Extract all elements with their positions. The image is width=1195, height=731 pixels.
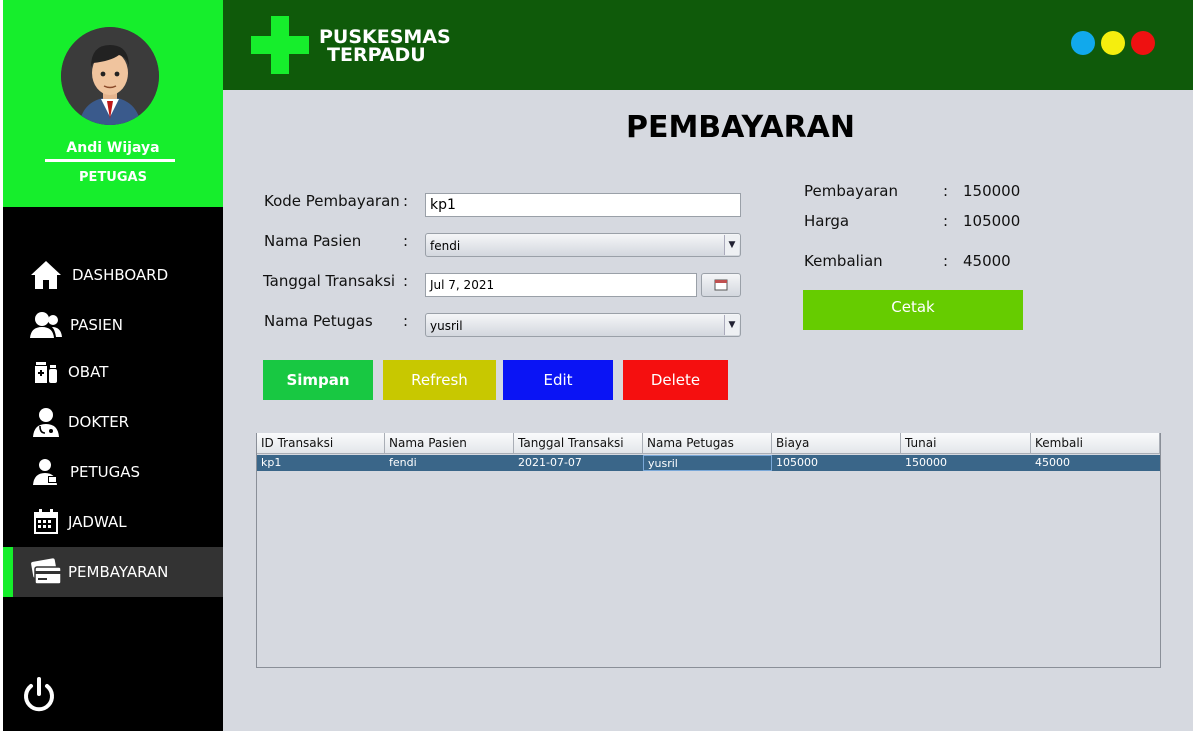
sidebar-item-pembayaran[interactable]: PEMBAYARAN <box>3 547 223 597</box>
nama-petugas-select[interactable]: yusril ▼ <box>425 313 741 337</box>
calendar-icon <box>29 505 63 539</box>
medicine-icon <box>29 355 63 389</box>
pasien-label: Nama Pasien <box>264 232 362 250</box>
colon: : <box>943 182 949 200</box>
petugas-label: Nama Petugas <box>264 312 373 330</box>
sidebar-item-dokter[interactable]: DOKTER <box>3 397 223 447</box>
tanggal-transaksi-input[interactable]: Jul 7, 2021 <box>425 273 697 297</box>
harga-value: 105000 <box>963 212 1021 230</box>
chevron-down-icon[interactable]: ▼ <box>724 235 739 255</box>
refresh-button[interactable]: Refresh <box>383 360 496 400</box>
chevron-down-icon[interactable]: ▼ <box>724 315 739 335</box>
colon: : <box>403 312 409 330</box>
colon: : <box>943 252 949 270</box>
users-icon <box>29 308 63 342</box>
payment-card-icon <box>29 555 63 589</box>
sidebar-item-label: PETUGAS <box>70 463 141 481</box>
pembayaran-label: Pembayaran <box>804 182 898 200</box>
colon: : <box>403 192 409 210</box>
simpan-button[interactable]: Simpan <box>263 360 373 400</box>
table-cell[interactable]: 105000 <box>772 455 901 471</box>
minimize-dot[interactable] <box>1071 31 1095 55</box>
table-cell[interactable]: 45000 <box>1031 455 1160 471</box>
sidebar-item-obat[interactable]: OBAT <box>3 347 223 397</box>
user-role: PETUGAS <box>79 170 147 185</box>
home-icon <box>29 258 63 292</box>
delete-button[interactable]: Delete <box>623 360 728 400</box>
colon: : <box>403 272 409 290</box>
sidebar-item-pasien[interactable]: PASIEN <box>3 300 223 350</box>
pembayaran-value: 150000 <box>963 182 1021 200</box>
column-header[interactable]: Nama Pasien <box>385 433 514 454</box>
colon: : <box>943 212 949 230</box>
edit-button[interactable]: Edit <box>503 360 613 400</box>
doctor-icon <box>29 405 63 439</box>
column-header[interactable]: Biaya <box>772 433 901 454</box>
kode-pembayaran-input[interactable]: kp1 <box>425 193 741 217</box>
column-header[interactable]: Tunai <box>901 433 1031 454</box>
table-cell[interactable]: 2021-07-07 <box>514 455 643 471</box>
power-icon[interactable] <box>21 676 57 714</box>
nama-pasien-value: fendi <box>430 239 461 253</box>
column-header[interactable]: Kembali <box>1031 433 1160 454</box>
colon: : <box>403 232 409 250</box>
sidebar-item-label: DOKTER <box>68 413 130 431</box>
nama-petugas-value: yusril <box>430 319 463 333</box>
date-picker-button[interactable] <box>701 273 741 297</box>
user-avatar-icon <box>61 27 159 125</box>
cetak-button[interactable]: Cetak <box>803 290 1023 330</box>
table-cell[interactable]: kp1 <box>257 455 385 471</box>
table-cell[interactable]: fendi <box>385 455 514 471</box>
avatar <box>61 27 159 125</box>
kembalian-label: Kembalian <box>804 252 883 270</box>
harga-label: Harga <box>804 212 850 230</box>
table-cell[interactable]: yusril <box>643 455 772 471</box>
column-header[interactable]: ID Transaksi <box>257 433 385 454</box>
tanggal-label: Tanggal Transaksi <box>263 272 396 290</box>
staff-icon <box>29 455 63 489</box>
sidebar-item-jadwal[interactable]: JADWAL <box>3 497 223 547</box>
column-header[interactable]: Nama Petugas <box>643 433 772 454</box>
close-dot[interactable] <box>1131 31 1155 55</box>
medical-cross-icon <box>251 16 309 74</box>
user-name-underline <box>45 159 175 162</box>
sidebar-item-label: PASIEN <box>70 316 123 334</box>
sidebar-item-petugas[interactable]: PETUGAS <box>3 447 223 497</box>
brand-line-2: TERPADU <box>327 44 426 66</box>
brand-name: PUSKESMAS TERPADU <box>319 28 451 66</box>
sidebar-item-label: DASHBOARD <box>72 266 169 284</box>
kembalian-value: 45000 <box>963 252 1011 270</box>
page-title: PEMBAYARAN <box>625 110 856 145</box>
column-header[interactable]: Tanggal Transaksi <box>514 433 643 454</box>
sidebar-item-dashboard[interactable]: DASHBOARD <box>3 250 223 300</box>
table-cell[interactable]: 150000 <box>901 455 1031 471</box>
user-name: Andi Wijaya <box>66 140 160 156</box>
calendar-icon <box>714 279 728 291</box>
kode-label: Kode Pembayaran <box>264 192 400 210</box>
sidebar-item-label: OBAT <box>68 363 109 381</box>
sidebar-item-label: PEMBAYARAN <box>68 563 169 581</box>
sidebar-item-label: JADWAL <box>68 513 127 531</box>
maximize-dot[interactable] <box>1101 31 1125 55</box>
nama-pasien-select[interactable]: fendi ▼ <box>425 233 741 257</box>
